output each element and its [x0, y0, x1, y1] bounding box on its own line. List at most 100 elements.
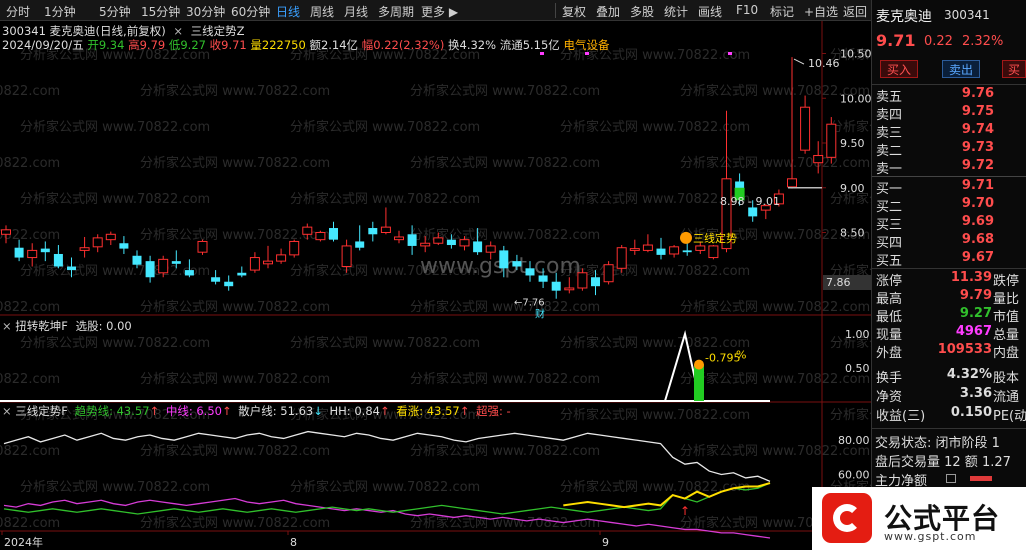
overlay-button[interactable]: 叠加 — [596, 3, 620, 20]
tab-daily[interactable]: 日线 — [276, 3, 300, 20]
candle-body — [656, 248, 666, 255]
candle-body — [329, 228, 338, 240]
candle-body — [67, 266, 76, 271]
watermark-text: 分析家公式网 www.70822.com — [410, 371, 600, 387]
tab-30min[interactable]: 30分钟 — [186, 3, 225, 20]
add-watchlist-button[interactable]: +自选 — [804, 3, 838, 20]
candle-body — [433, 237, 444, 244]
restore-rights-button[interactable]: 复权 — [562, 3, 586, 20]
candle-body — [813, 155, 824, 164]
up-arrow-icon: ↑ — [149, 404, 160, 418]
fund-bar — [970, 476, 992, 481]
up-arrow-icon: ↑ — [379, 404, 390, 418]
candle-body — [40, 248, 50, 253]
watermark-text: 分析家公式网 www.70822.com — [0, 515, 60, 531]
order-book-label: 买三 — [876, 218, 903, 233]
watermark-text: 分析家公式网 www.70822.com — [680, 371, 870, 387]
candle-body — [512, 261, 522, 267]
ind1-name[interactable]: 扭转乾坤F — [15, 319, 68, 333]
order-book-row[interactable]: 买二 9.70 — [876, 196, 1024, 215]
ind2-name[interactable]: 三线定势F — [15, 404, 68, 418]
tab-more[interactable]: 更多 ▶ — [421, 3, 458, 20]
ind2-hh: HH: 0.84 — [329, 404, 380, 418]
list-icon[interactable] — [946, 474, 956, 483]
f10-button[interactable]: F10 — [736, 3, 758, 17]
tab-1min[interactable]: 1分钟 — [44, 3, 76, 20]
watermark-text: 分析家公式网 www.70822.com — [0, 155, 60, 171]
candle-body — [368, 228, 378, 235]
watermark-text: 分析家公式网 www.70822.com — [410, 299, 600, 315]
tab-multi-period[interactable]: 多周期 — [378, 3, 414, 20]
tab-monthly[interactable]: 月线 — [344, 3, 368, 20]
x-tick: 8 — [290, 536, 297, 549]
order-book-price: 9.76 — [961, 86, 994, 101]
watermark-text: 分析家公式网 www.70822.com — [290, 479, 480, 495]
candle-body — [446, 239, 456, 246]
tab-60min[interactable]: 60分钟 — [231, 3, 270, 20]
quote-open: 开9.34 — [87, 38, 125, 52]
candle — [211, 270, 221, 285]
stat-row: 换手 4.32% 股本 — [876, 367, 1026, 386]
candle-body — [315, 232, 326, 241]
candle — [53, 245, 63, 269]
ind1-tick: 0.50 — [845, 362, 870, 375]
candle-body — [642, 244, 653, 251]
mark-button[interactable]: 标记 — [770, 3, 794, 20]
panel-stock-name: 麦克奥迪 — [876, 9, 932, 25]
sell-button[interactable]: 卖出 — [942, 60, 980, 78]
order-book-row[interactable]: 买五 9.67 — [876, 250, 1024, 269]
watermark-text: 分析家公式网 www.70822.com — [290, 119, 480, 135]
order-book-row[interactable]: 买三 9.69 — [876, 214, 1024, 233]
divider — [872, 84, 1026, 85]
candle — [669, 245, 680, 258]
draw-line-button[interactable]: 画线 — [698, 3, 722, 20]
order-book-row[interactable]: 卖三 9.74 — [876, 122, 1024, 141]
ind2-scatter-line: 散户线: 51.63 — [238, 404, 314, 418]
cai-label: 财 — [535, 308, 545, 321]
chart-grid — [0, 21, 871, 550]
close-x-icon[interactable]: × — [2, 319, 12, 333]
stock-title[interactable]: 300341 麦克奥迪(日线,前复权) — [2, 24, 166, 38]
quote-sector[interactable]: 电气设备 — [563, 38, 609, 52]
statistics-button[interactable]: 统计 — [664, 3, 688, 20]
candle — [263, 245, 273, 269]
back-button[interactable]: 返回 — [843, 3, 867, 20]
order-book-row[interactable]: 买四 9.68 — [876, 232, 1024, 251]
buy-button[interactable]: 买入 — [880, 60, 918, 78]
close-x-icon[interactable]: × — [173, 24, 183, 38]
candle — [105, 231, 116, 246]
quote-close: 收9.71 — [209, 38, 247, 52]
tab-minute[interactable]: 分时 — [6, 3, 30, 20]
watermark-text: 分析家公式网 www.70822.com — [140, 443, 330, 459]
panel-pct: 2.32% — [962, 34, 1004, 49]
candle-body — [787, 178, 797, 188]
candle-body — [603, 264, 614, 283]
formula-name[interactable]: 三线定势Z — [191, 24, 245, 38]
ind1-header: × 扭转乾坤F 选股: 0.00 — [2, 318, 132, 334]
order-book-row[interactable]: 卖五 9.76 — [876, 86, 1024, 105]
toolbar-divider — [555, 3, 556, 18]
tab-5min[interactable]: 5分钟 — [99, 3, 131, 20]
candle — [616, 245, 627, 273]
order-book-row[interactable]: 卖一 9.72 — [876, 158, 1024, 177]
stat-label: 跌停 — [993, 274, 1020, 289]
tab-weekly[interactable]: 周线 — [310, 3, 334, 20]
order-book-row[interactable]: 卖二 9.73 — [876, 140, 1024, 159]
order-book-row[interactable]: 卖四 9.75 — [876, 104, 1024, 123]
candle-body — [158, 258, 169, 274]
buy-more-button[interactable]: 买入 — [1002, 60, 1026, 78]
order-book-row[interactable]: 买一 9.71 — [876, 178, 1024, 197]
stat-label: 总量 — [993, 328, 1020, 343]
candle — [276, 248, 287, 264]
candle — [826, 117, 837, 164]
watermark-text: 分析家公式网 www.70822.com — [140, 83, 330, 99]
multi-stock-button[interactable]: 多股 — [630, 3, 654, 20]
stat-label: PE(动 — [993, 409, 1026, 424]
close-x-icon[interactable]: × — [2, 404, 12, 418]
order-book-label: 卖三 — [876, 126, 903, 141]
watermark-text: 分析家公式网 www.70822.com — [410, 443, 600, 459]
tab-15min[interactable]: 15分钟 — [141, 3, 180, 20]
candle-body — [237, 272, 247, 276]
stat-value: 4.32% — [946, 367, 992, 382]
stat-value: 109533 — [937, 342, 992, 357]
